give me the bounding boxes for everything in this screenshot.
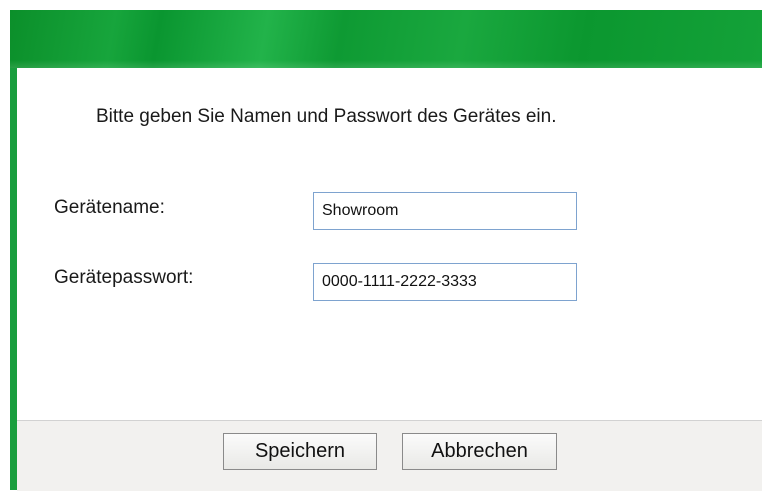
device-name-input[interactable] bbox=[313, 192, 577, 230]
save-button[interactable]: Speichern bbox=[223, 433, 377, 470]
button-bar: Speichern Abbrechen bbox=[17, 420, 762, 491]
title-bar bbox=[10, 10, 762, 68]
instruction-text: Bitte geben Sie Namen und Passwort des G… bbox=[96, 106, 557, 127]
dialog-left-border bbox=[10, 68, 17, 490]
cancel-button[interactable]: Abbrechen bbox=[402, 433, 557, 470]
dialog-window: Bitte geben Sie Namen und Passwort des G… bbox=[0, 0, 762, 497]
device-name-label: Gerätename: bbox=[54, 197, 165, 218]
device-password-label: Gerätepasswort: bbox=[54, 267, 194, 288]
device-password-input[interactable] bbox=[313, 263, 577, 301]
dialog-content: Bitte geben Sie Namen und Passwort des G… bbox=[17, 68, 762, 420]
